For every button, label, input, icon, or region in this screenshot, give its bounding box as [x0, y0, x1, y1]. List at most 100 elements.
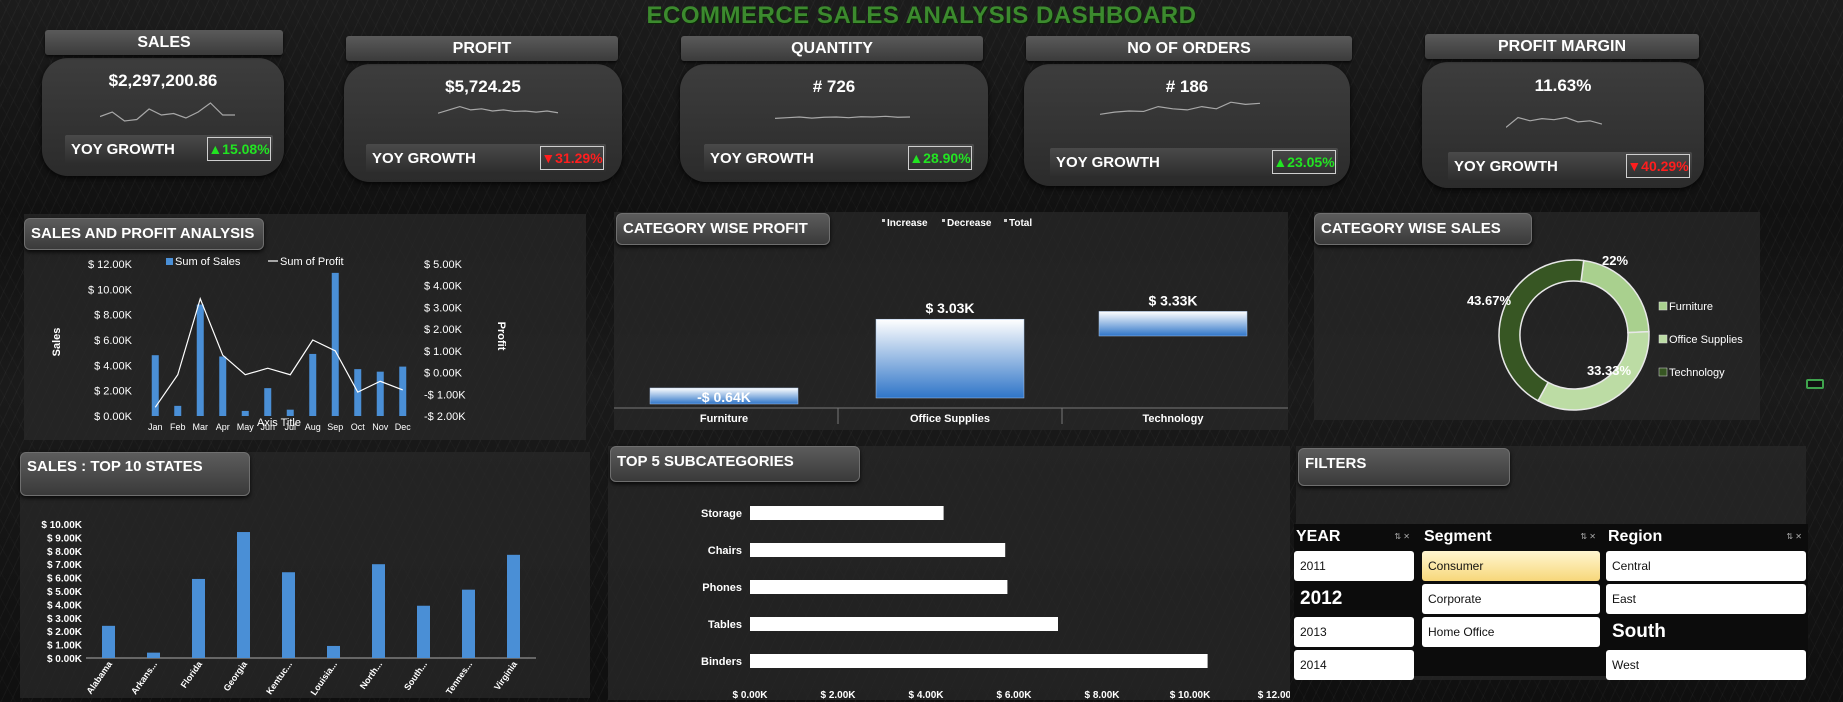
top-subcategories-chart: Storage Chairs Phones Tables Binders $ 0.00K $… — [701, 506, 1290, 700]
slice-label: 33.33% — [1587, 363, 1632, 378]
y-tick-label: $ 6.00K — [94, 335, 133, 347]
kpi-sparkline — [1506, 116, 1602, 128]
state-bar — [102, 625, 115, 658]
y-tick-label: Binders — [701, 656, 742, 668]
yoy-bar: YOY GROWTH ▼31.29% — [366, 144, 606, 172]
y-tick-label: $ 8.00K — [94, 310, 133, 322]
slicer-item-region[interactable]: South — [1606, 617, 1806, 647]
x-tick-label: Georgia — [221, 659, 249, 693]
legend-swatch — [1658, 367, 1668, 377]
y-tick-label: $ 3.00K — [47, 614, 83, 625]
kpi-value: 11.63% — [1534, 76, 1592, 95]
state-bar — [147, 652, 160, 658]
y-tick-label: Storage — [701, 508, 742, 520]
slicer-item-region[interactable]: Central — [1606, 551, 1806, 581]
y-tick-label: Chairs — [708, 545, 742, 557]
segment-slicer: Segment ⇅ ✕ Consumer Corporate Home Office — [1422, 526, 1600, 647]
y-tick-label: $ 6.00K — [47, 574, 83, 585]
slicer-item-year[interactable]: 2014 — [1294, 650, 1414, 680]
kpi-card: $2,297,200.86 YOY GROWTH ▲15.08% — [42, 58, 284, 176]
slicer-item-year[interactable]: 2012 — [1294, 584, 1414, 614]
legend-swatch — [942, 219, 945, 222]
yoy-label: YOY GROWTH — [71, 141, 175, 158]
legend-swatch — [1658, 301, 1668, 311]
kpi-value: $5,724.25 — [445, 77, 521, 96]
slicer-item-segment[interactable]: Consumer — [1422, 551, 1600, 581]
x-tick-label: $ 12.00K — [1258, 690, 1290, 700]
slicer-item-region[interactable]: West — [1606, 650, 1806, 680]
clear-filter-icon[interactable]: ⇅ ✕ — [1394, 532, 1410, 541]
sparkline-series — [1100, 101, 1260, 115]
x-tick-label: $ 0.00K — [732, 690, 768, 700]
slicer-item-region[interactable]: East — [1606, 584, 1806, 614]
legend-label: Technology — [1669, 367, 1725, 379]
x-tick-label: $ 10.00K — [1170, 690, 1211, 700]
kpi-sparkline — [100, 102, 235, 122]
x-tick-label: Feb — [170, 422, 186, 432]
x-tick-label: South... — [402, 659, 429, 692]
panel-title-category-sales: CATEGORY WISE SALES — [1314, 213, 1532, 245]
sparkline-series — [1506, 116, 1602, 128]
yoy-label: YOY GROWTH — [1056, 154, 1160, 171]
x-tick-label: $ 2.00K — [820, 690, 856, 700]
kpi-title: PROFIT — [346, 36, 618, 61]
data-label: $ 3.33K — [1148, 292, 1197, 308]
kpi-title: QUANTITY — [681, 36, 983, 61]
kpi-value: # 726 — [812, 77, 856, 96]
x-tick-label: Oct — [351, 422, 366, 432]
slicer-item-segment[interactable]: Corporate — [1422, 584, 1600, 614]
panel-title-category-profit: CATEGORY WISE PROFIT — [616, 213, 830, 245]
legend-label: Decrease — [947, 218, 992, 229]
y2-tick-label: $ 2.00K — [424, 324, 463, 336]
waterfall-bar — [1098, 311, 1248, 337]
y2-tick-label: $ 5.00K — [424, 259, 463, 271]
subcategory-bar — [750, 654, 1208, 668]
slicer-item-segment[interactable]: Home Office — [1422, 617, 1600, 647]
legend-swatch — [882, 219, 885, 222]
x-tick-label: Office Supplies — [910, 413, 990, 425]
x-tick-label: $ 8.00K — [1084, 690, 1120, 700]
kpi-sparkline — [775, 115, 910, 119]
y-tick-label: $ 7.00K — [47, 560, 83, 571]
yoy-growth-value: ▼31.29% — [540, 146, 604, 170]
x-tick-label: Louisia... — [309, 659, 340, 697]
state-bar — [372, 564, 385, 658]
legend-label: Total — [1009, 218, 1032, 229]
sales-bar — [331, 272, 339, 416]
slice-label: 43.67% — [1467, 293, 1512, 308]
x-tick-label: Aug — [305, 422, 321, 432]
panel-title-filters: FILTERS — [1298, 448, 1510, 486]
legend-label: Increase — [887, 218, 928, 229]
x-tick-label: $ 6.00K — [996, 690, 1032, 700]
slicer-item-year[interactable]: 2011 — [1294, 551, 1414, 581]
x-tick-label: Nov — [372, 422, 389, 432]
yoy-growth-value: ▲15.08% — [207, 137, 271, 161]
kpi-card: # 186 YOY GROWTH ▲23.05% — [1024, 64, 1350, 186]
clear-filter-icon[interactable]: ⇅ ✕ — [1786, 532, 1802, 541]
resize-handle-icon[interactable] — [1806, 379, 1824, 389]
y-tick-label: $ 5.00K — [47, 587, 83, 598]
y-tick-label: $ 2.00K — [47, 627, 83, 638]
sales-bar — [286, 409, 294, 416]
x-tick-label: Apr — [216, 422, 230, 432]
x-axis-title: Axis Title — [257, 417, 301, 429]
x-tick-label: Florida — [179, 659, 205, 690]
legend-swatch-sales — [166, 258, 173, 265]
kpi-value: $2,297,200.86 — [108, 71, 218, 90]
yoy-label: YOY GROWTH — [1454, 158, 1558, 175]
y-tick-label: $ 0.00K — [47, 654, 83, 665]
yoy-growth-value: ▼40.29% — [1626, 154, 1690, 178]
kpi-title: SALES — [45, 30, 283, 55]
y-tick-label: $ 4.00K — [47, 600, 83, 611]
state-bar — [327, 645, 340, 658]
legend-swatch — [1004, 219, 1007, 222]
sales-bar — [241, 410, 249, 416]
slicer-area: YEAR ⇅ ✕ 2011 2012 2013 2014 Segment ⇅ ✕ Co… — [1294, 524, 1808, 680]
slicer-item-year[interactable]: 2013 — [1294, 617, 1414, 647]
x-tick-label: Tennes... — [444, 659, 474, 696]
clear-filter-icon[interactable]: ⇅ ✕ — [1580, 532, 1596, 541]
x-tick-label: Furniture — [700, 413, 748, 425]
top-subcategories-panel: Storage Chairs Phones Tables Binders $ 0.00K $… — [608, 446, 1290, 700]
x-tick-label: Dec — [395, 422, 412, 432]
region-slicer-title: Region — [1608, 528, 1663, 545]
